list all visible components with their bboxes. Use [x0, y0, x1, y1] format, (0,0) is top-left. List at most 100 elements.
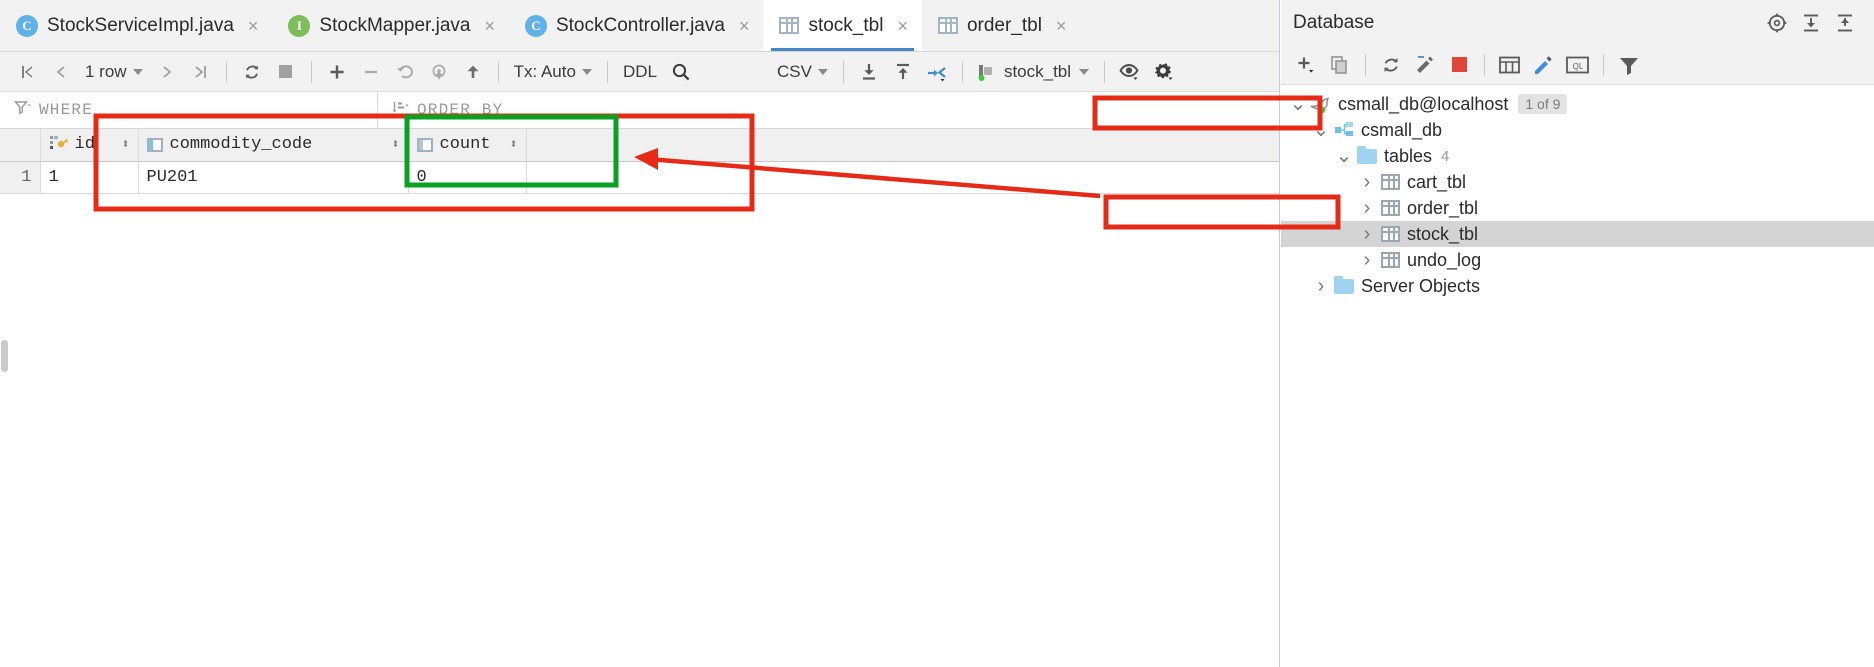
duplicate-icon[interactable]	[1323, 49, 1357, 81]
tree-item-tables[interactable]: ⌄ tables 4	[1281, 143, 1874, 169]
chevron-right-icon[interactable]: ›	[1356, 171, 1378, 194]
first-page-icon[interactable]	[10, 56, 44, 88]
editor-pane: C StockServiceImpl.java × I StockMapper.java…	[0, 0, 1280, 667]
chevron-right-icon[interactable]: ›	[1356, 197, 1378, 220]
transaction-mode-selector[interactable]: Tx: Auto	[507, 62, 599, 82]
close-icon[interactable]: ×	[248, 17, 259, 35]
revert-changes-icon[interactable]	[388, 56, 422, 88]
submit-and-commit-icon[interactable]	[422, 56, 456, 88]
cell-count[interactable]: 0	[408, 161, 527, 194]
table-selector[interactable]: stock_tbl	[971, 62, 1096, 82]
jump-to-query-console-icon[interactable]	[1408, 49, 1442, 81]
modify-object-icon[interactable]	[1527, 49, 1561, 81]
export-to-file-icon[interactable]	[852, 56, 886, 88]
delete-row-icon[interactable]	[354, 56, 388, 88]
result-grid[interactable]: id ⬍ commodity_code ⬍ count ⬍ 1 1 PU201 …	[0, 129, 1279, 194]
toolbar-divider	[497, 60, 499, 83]
tree-item-badge: 1 of 9	[1518, 94, 1568, 114]
output-format-label: CSV	[776, 61, 812, 81]
database-panel-toolbar: QL	[1281, 45, 1874, 85]
sort-indicator[interactable]: ⬍	[510, 137, 518, 152]
editor-tab-stockserviceimpl-java[interactable]: C StockServiceImpl.java ×	[0, 0, 272, 51]
tree-item-stock[interactable]: › stock_tbl	[1281, 221, 1874, 247]
close-icon[interactable]: ×	[484, 17, 495, 35]
cell-commodity-code[interactable]: PU201	[138, 161, 409, 194]
editor-tab-order-tbl[interactable]: order_tbl ×	[922, 0, 1081, 51]
stop-icon[interactable]	[269, 56, 303, 88]
gear-icon[interactable]	[1147, 56, 1181, 88]
output-format-selector[interactable]: CSV	[770, 62, 835, 82]
tree-item-conn[interactable]: ⌄ csmall_db@localhost 1 of 9	[1281, 91, 1874, 117]
tree-item-undo[interactable]: › undo_log	[1281, 247, 1874, 273]
expand-all-icon[interactable]	[1794, 7, 1828, 39]
search-icon[interactable]	[664, 56, 698, 88]
view-options-eye-icon[interactable]	[1113, 56, 1147, 88]
tree-item-cart[interactable]: › cart_tbl	[1281, 169, 1874, 195]
close-icon[interactable]: ×	[897, 17, 908, 35]
chevron-down-icon[interactable]: ⌄	[1310, 120, 1332, 140]
editor-tab-stock-tbl[interactable]: stock_tbl ×	[763, 0, 922, 51]
reload-icon[interactable]	[235, 56, 269, 88]
toolbar-divider	[606, 60, 608, 83]
table-icon	[779, 17, 800, 34]
next-page-icon[interactable]	[150, 56, 184, 88]
editor-tab-stockmapper-java[interactable]: I StockMapper.java ×	[272, 0, 509, 51]
editor-tab-label: order_tbl	[966, 14, 1042, 36]
new-item-icon[interactable]	[1289, 49, 1323, 81]
chevron-down-icon[interactable]: ⌄	[1287, 94, 1309, 114]
sort-icon[interactable]	[392, 100, 409, 120]
filter-funnel-icon[interactable]	[13, 100, 31, 120]
tree-item-label: csmall_db@localhost	[1338, 93, 1509, 114]
tree-item-label: Server Objects	[1361, 275, 1481, 296]
java-class-icon: C	[524, 14, 547, 37]
where-filter[interactable]: WHERE	[0, 92, 378, 128]
close-icon[interactable]: ×	[1056, 17, 1067, 35]
chevron-down-icon[interactable]: ⌄	[1333, 146, 1355, 166]
cell-filler	[526, 161, 1279, 194]
import-from-file-icon[interactable]	[886, 56, 920, 88]
chevron-right-icon[interactable]: ›	[1310, 275, 1332, 298]
grid-header-row: id ⬍ commodity_code ⬍ count ⬍	[0, 129, 1279, 162]
sort-indicator[interactable]: ⬍	[122, 137, 130, 152]
svg-text:QL: QL	[1573, 62, 1584, 71]
collapse-all-icon[interactable]	[1828, 7, 1862, 39]
toolbar-divider	[842, 60, 844, 83]
close-icon[interactable]: ×	[739, 17, 750, 35]
cell-id[interactable]: 1	[40, 161, 139, 194]
chevron-right-icon[interactable]: ›	[1356, 249, 1378, 272]
tree-item-label: cart_tbl	[1407, 171, 1467, 192]
sync-settings-icon[interactable]	[1760, 7, 1794, 39]
ddl-button[interactable]: DDL	[616, 62, 664, 82]
column-header-commodity-code[interactable]: commodity_code ⬍	[138, 129, 409, 162]
tree-item-schema[interactable]: ⌄ csmall_db	[1281, 117, 1874, 143]
sort-indicator[interactable]: ⬍	[392, 137, 400, 152]
order-by-filter[interactable]: ORDER BY	[378, 92, 517, 128]
tree-item-order[interactable]: › order_tbl	[1281, 195, 1874, 221]
tree-item-server[interactable]: › Server Objects	[1281, 273, 1874, 299]
toolbar-divider	[1484, 53, 1485, 76]
vertical-scrollbar-thumb[interactable]	[1, 340, 8, 372]
editor-tab-stockcontroller-java[interactable]: C StockController.java ×	[509, 0, 763, 51]
column-header-id[interactable]: id ⬍	[40, 129, 139, 162]
page-size-selector[interactable]: 1 row	[78, 62, 150, 82]
last-page-icon[interactable]	[184, 56, 218, 88]
primary-key-icon	[49, 134, 68, 155]
open-data-editor-icon[interactable]	[1493, 49, 1527, 81]
previous-page-icon[interactable]	[44, 56, 78, 88]
chevron-right-icon[interactable]: ›	[1356, 223, 1378, 246]
page-size-label: 1 row	[85, 61, 127, 81]
database-tree[interactable]: ⌄ csmall_db@localhost 1 of 9 ⌄ csmall_db ⌄ tab…	[1281, 85, 1874, 667]
order-by-label: ORDER BY	[417, 101, 504, 119]
filter-icon[interactable]	[1612, 49, 1646, 81]
add-row-icon[interactable]	[320, 56, 354, 88]
column-header-filler	[526, 129, 1279, 162]
refresh-icon[interactable]	[1374, 49, 1408, 81]
data-extractor-icon[interactable]	[920, 56, 954, 88]
ql-console-icon[interactable]: QL	[1561, 49, 1595, 81]
submit-icon[interactable]	[456, 56, 490, 88]
table-row[interactable]: 1 1 PU201 0	[0, 161, 1279, 194]
toolbar-divider	[310, 60, 312, 83]
stop-refresh-icon[interactable]	[1442, 49, 1476, 81]
java-interface-icon: I	[288, 14, 311, 37]
column-header-count[interactable]: count ⬍	[408, 129, 527, 162]
